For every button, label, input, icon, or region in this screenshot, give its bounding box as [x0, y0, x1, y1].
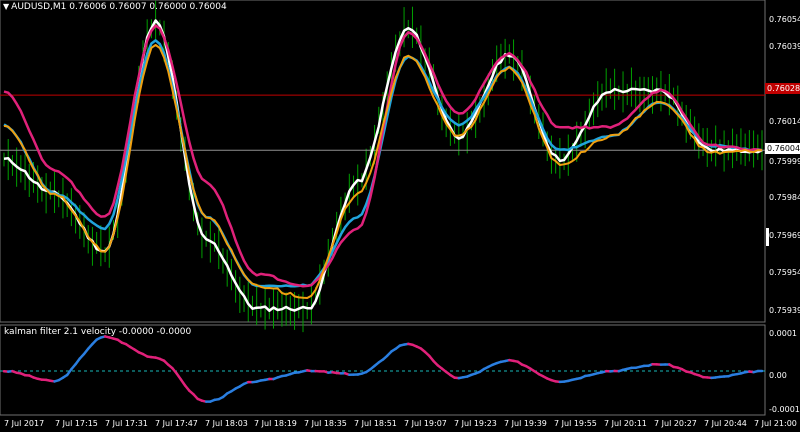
dropdown-arrow-icon[interactable]: ▼ [3, 2, 9, 11]
price-series [0, 19, 765, 312]
price-tick: 0.76054 [769, 15, 800, 24]
time-label: 7 Jul 19:55 [554, 419, 597, 428]
symbol-header: ▼ AUDUSD,M1 0.76006 0.76007 0.76000 0.760… [3, 2, 227, 12]
time-label: 7 Jul 17:15 [55, 419, 98, 428]
price-axis: 0.76054 0.76039 0.76014 0.75999 0.75984 … [766, 15, 800, 315]
velocity-series [0, 335, 765, 403]
price-tick: 0.76014 [769, 117, 800, 126]
price-tick: 0.75939 [769, 306, 800, 315]
time-label: 7 Jul 2017 [4, 419, 44, 428]
price-tick: 0.76039 [769, 42, 800, 51]
price-tick: 0.75999 [769, 157, 800, 166]
time-label: 7 Jul 17:47 [155, 419, 198, 428]
time-label: 7 Jul 18:35 [304, 419, 347, 428]
white-series-line [3, 19, 763, 312]
time-label: 7 Jul 21:00 [754, 419, 797, 428]
price-panel-frame [0, 0, 766, 323]
price-tick: 0.75954 [769, 268, 800, 277]
time-label: 7 Jul 19:39 [504, 419, 547, 428]
chart-canvas: 0.76054 0.76039 0.76014 0.75999 0.75984 … [0, 0, 800, 428]
time-label: 7 Jul 19:23 [454, 419, 497, 428]
magenta-series-line [3, 24, 763, 288]
symbol-header-text: AUDUSD,M1 0.76006 0.76007 0.76000 0.7600… [11, 2, 227, 12]
time-label: 7 Jul 18:51 [354, 419, 397, 428]
red-level-label: 0.76028 [765, 83, 800, 94]
indicator-axis: 0.0001 0.00 -0.0001 [769, 329, 800, 414]
time-label: 7 Jul 20:11 [604, 419, 647, 428]
current-price-label: 0.76004 [765, 143, 800, 154]
time-label: 7 Jul 20:27 [654, 419, 697, 428]
time-label: 7 Jul 18:19 [254, 419, 297, 428]
candle-bars [3, 0, 763, 333]
price-tick: 0.75969 [769, 231, 800, 240]
time-axis: 7 Jul 2017 7 Jul 17:15 7 Jul 17:31 7 Jul… [4, 419, 797, 428]
time-label: 7 Jul 20:44 [704, 419, 747, 428]
indicator-header: kalman filter 2.1 velocity -0.0000 -0.00… [4, 327, 192, 337]
indicator-tick: 0.00 [769, 371, 787, 380]
time-label: 7 Jul 19:07 [404, 419, 447, 428]
indicator-tick: 0.0001 [769, 329, 797, 338]
price-tick: 0.75984 [769, 193, 800, 202]
price-scale-marker [766, 228, 769, 246]
indicator-tick: -0.0001 [769, 405, 800, 414]
time-label: 7 Jul 18:03 [205, 419, 248, 428]
time-label: 7 Jul 17:31 [105, 419, 148, 428]
